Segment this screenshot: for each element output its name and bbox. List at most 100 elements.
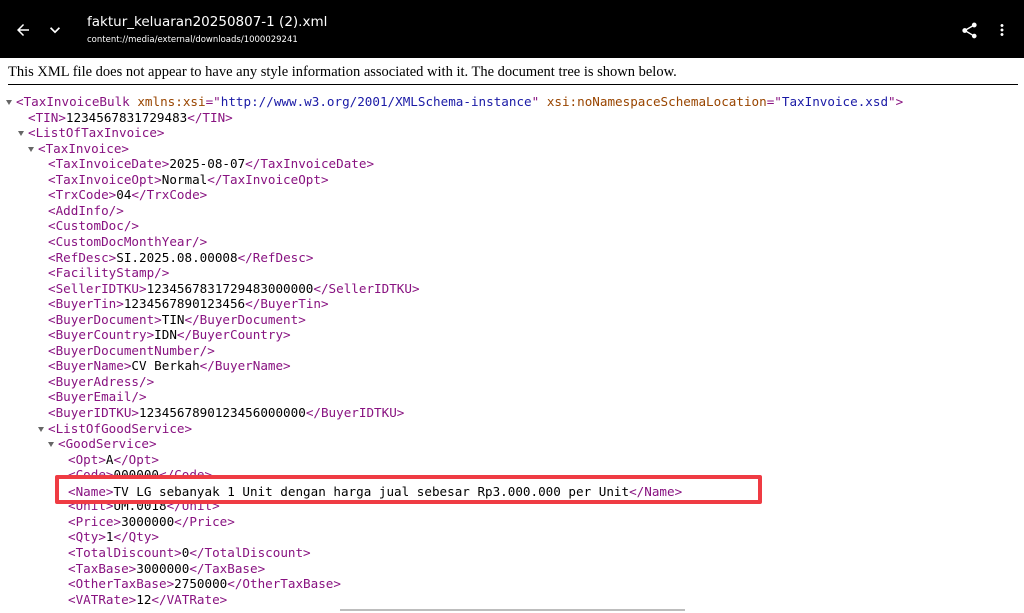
xml-line: <TaxInvoiceDate>2025-08-07</TaxInvoiceDa… <box>48 156 374 172</box>
collapse-toggle-icon[interactable] <box>48 442 54 448</box>
collapse-toggle-icon[interactable] <box>6 100 12 105</box>
expand-button[interactable] <box>42 17 68 43</box>
share-button[interactable] <box>957 18 981 42</box>
xml-tag: </VATRate> <box>151 591 228 607</box>
notice-divider <box>8 84 1018 85</box>
xml-line: <TrxCode>04</TrxCode> <box>48 187 207 203</box>
xml-line: <TaxInvoiceOpt>Normal</TaxInvoiceOpt> <box>48 172 329 188</box>
file-path: content://media/external/downloads/10000… <box>87 35 298 45</box>
xml-tag: <CustomDocMonthYear/> <box>48 233 208 249</box>
xml-tag: </Qty> <box>113 529 160 545</box>
xml-line: <TaxInvoiceBulk xmlns:xsi =" http://www.w3… <box>16 94 903 110</box>
collapse-toggle-icon[interactable] <box>38 426 44 432</box>
xml-attr-name: xmlns:xsi <box>137 94 206 109</box>
xml-tag: <Price> <box>68 513 122 529</box>
xml-tag: <ListOfGoodService> <box>48 420 193 436</box>
xml-tag: =" <box>766 94 782 109</box>
xml-line: <BuyerDocumentNumber/> <box>48 343 215 359</box>
xml-line: <GoodService> <box>58 436 157 452</box>
xml-tag: <TrxCode> <box>48 187 117 203</box>
xml-line: <SellerIDTKU>1234567831729483000000</Sel… <box>48 281 420 297</box>
xml-tag: <ListOfTaxInvoice> <box>28 125 165 141</box>
xml-txt: 2025-08-07 <box>169 156 246 172</box>
xml-tag: <BuyerAdress/> <box>48 373 155 389</box>
xml-tag: <OtherTaxBase> <box>68 576 175 592</box>
xml-tag: </BuyerDocument> <box>184 311 306 327</box>
xml-tag: </TIN> <box>187 109 233 125</box>
xml-txt: 2750000 <box>174 576 228 592</box>
xml-txt: 1234567890123456000000 <box>139 405 306 420</box>
xml-tag: <BuyerName> <box>48 358 132 374</box>
xml-tag: <TaxInvoiceDate> <box>48 156 170 172</box>
xml-line: <TaxBase>3000000</TaxBase> <box>68 561 265 577</box>
xml-txt: TV LG sebanyak 1 Unit dengan harga jual … <box>113 483 630 499</box>
xml-txt: 1234567890123456 <box>123 296 246 312</box>
xml-tag: <FacilityStamp/> <box>48 265 170 281</box>
xml-tag: <TaxInvoiceBulk <box>16 94 130 109</box>
xml-line: <BuyerDocument>TIN</BuyerDocument> <box>48 312 306 328</box>
xml-tag: </BuyerCountry> <box>176 327 291 343</box>
more-vert-icon <box>1000 24 1004 36</box>
xml-line: <FacilityStamp/> <box>48 265 169 281</box>
xml-tag: </TaxBase> <box>189 560 266 576</box>
xml-line: <ListOfGoodService> <box>48 421 192 437</box>
more-menu-button[interactable] <box>990 18 1014 42</box>
xml-line: <BuyerEmail/> <box>48 389 147 405</box>
xml-tag: <BuyerIDTKU> <box>48 405 139 420</box>
xml-line: <ListOfTaxInvoice> <box>28 125 164 141</box>
xml-tag: <VATRate> <box>68 591 137 607</box>
xml-tag: <TotalDiscount> <box>68 544 182 560</box>
xml-tag: <CustomDoc/> <box>48 218 139 234</box>
xml-tag: </Price> <box>174 513 235 529</box>
xml-txt <box>539 94 547 109</box>
xml-tag: <TaxInvoice> <box>38 140 129 156</box>
xml-tag: <RefDesc> <box>48 249 117 265</box>
xml-line: <CustomDoc/> <box>48 218 139 234</box>
app-bar: faktur_keluaran20250807-1 (2).xml conten… <box>0 0 1024 58</box>
xml-line: <VATRate>12</VATRate> <box>68 592 227 608</box>
xml-tag: <BuyerEmail/> <box>48 389 147 405</box>
xml-line: <RefDesc>SI.2025.08.00008</RefDesc> <box>48 250 313 266</box>
xml-line: <OtherTaxBase>2750000</OtherTaxBase> <box>68 576 341 592</box>
xml-tag: <TaxBase> <box>68 560 137 576</box>
xml-tag: </BuyerName> <box>199 358 291 374</box>
scroll-indicator[interactable] <box>340 609 685 611</box>
xml-tag: </Name> <box>629 483 683 499</box>
xml-line: <BuyerIDTKU>1234567890123456000000</Buye… <box>48 405 404 421</box>
xml-tag: </SellerIDTKU> <box>313 280 420 296</box>
xml-tag: </BuyerIDTKU> <box>305 405 405 420</box>
xml-txt: Normal <box>161 171 208 187</box>
xml-txt: 3000000 <box>121 513 175 529</box>
collapse-toggle-icon[interactable] <box>18 131 24 137</box>
xml-line: <BuyerCountry>IDN</BuyerCountry> <box>48 327 291 343</box>
xml-attr-value: http://www.w3.org/2001/XMLSchema-instanc… <box>220 94 532 109</box>
xml-attr-value: TaxInvoice.xsd <box>781 94 889 109</box>
xml-txt: 3000000 <box>136 560 190 576</box>
file-title: faktur_keluaran20250807-1 (2).xml <box>87 14 328 30</box>
collapse-toggle-icon[interactable] <box>28 146 34 152</box>
xml-line: <CustomDocMonthYear/> <box>48 234 207 250</box>
xml-tag: <Qty> <box>68 529 106 545</box>
style-notice: This XML file does not appear to have an… <box>8 64 677 80</box>
xml-tag: <GoodService> <box>58 436 157 452</box>
xml-tag: <TaxInvoiceOpt> <box>48 171 162 187</box>
xml-tag: <SellerIDTKU> <box>48 280 147 296</box>
xml-line: <Opt>A</Opt> <box>68 452 159 468</box>
share-icon <box>961 22 977 38</box>
xml-tag: <Opt> <box>68 451 106 467</box>
xml-tag: </OtherTaxBase> <box>227 576 341 592</box>
chevron-down-icon <box>50 27 60 34</box>
back-button[interactable] <box>10 17 36 43</box>
xml-tag: <BuyerTin> <box>48 296 124 312</box>
xml-line: <BuyerName>CV Berkah</BuyerName> <box>48 358 291 374</box>
xml-attr-name: xsi:noNamespaceSchemaLocation <box>546 94 767 109</box>
xml-txt: 04 <box>116 187 132 203</box>
xml-line: <BuyerAdress/> <box>48 374 154 390</box>
xml-tag: </TaxInvoiceOpt> <box>207 171 329 187</box>
xml-tag: </RefDesc> <box>237 249 314 265</box>
xml-tag: <BuyerDocument> <box>48 311 162 327</box>
xml-txt: 12 <box>136 591 152 607</box>
xml-line: <TIN>1234567831729483</TIN> <box>28 110 233 126</box>
xml-tag: "> <box>888 94 904 109</box>
xml-tag: </BuyerTin> <box>245 296 329 312</box>
